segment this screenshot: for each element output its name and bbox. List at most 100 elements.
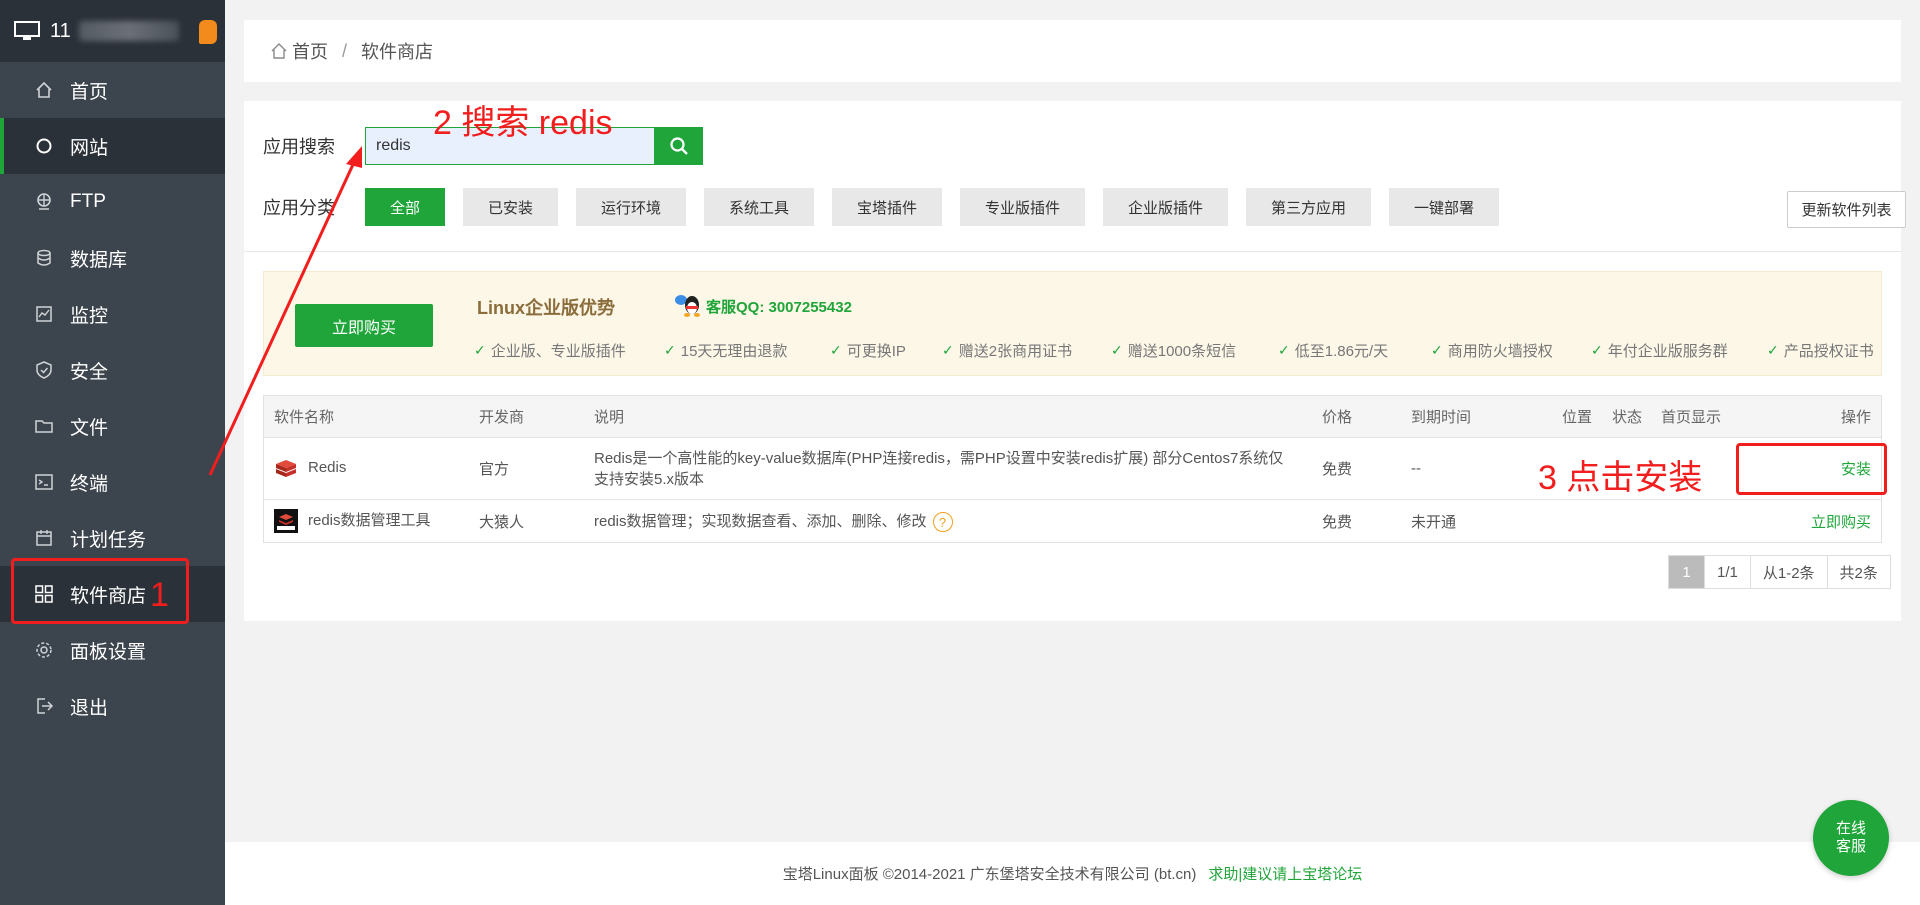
software-name: redis数据管理工具 — [274, 509, 431, 534]
sidebar-nav: 首页 网站 FTP 数据库 监控 安全 文件 终端 计划任务 软件商店 面板设置… — [0, 62, 225, 734]
software-desc: Redis是一个高性能的key-value数据库(PHP连接redis，需PHP… — [594, 450, 1284, 488]
sidebar-item-terminal[interactable]: 终端 — [0, 454, 225, 510]
footer: 宝塔Linux面板 ©2014-2021 广东堡塔安全技术有限公司 (bt.cn… — [225, 842, 1920, 905]
table-header: 软件名称 开发商 说明 价格 到期时间 位置 状态 首页显示 操作 — [264, 396, 1881, 438]
gear-icon — [34, 640, 54, 660]
monitor-chart-icon — [34, 304, 54, 324]
category-runtime[interactable]: 运行环境 — [576, 188, 686, 226]
sidebar-item-logout[interactable]: 退出 — [0, 678, 225, 734]
sidebar-item-label: 终端 — [70, 473, 109, 495]
category-list: 全部 已安装 运行环境 系统工具 宝塔插件 专业版插件 企业版插件 第三方应用 … — [365, 188, 1517, 226]
check-icon: ✓ — [474, 342, 486, 358]
sidebar-item-home[interactable]: 首页 — [0, 62, 225, 118]
feature-item: ✓ 赠送2张商用证书 — [942, 342, 1073, 360]
shield-icon — [34, 360, 54, 380]
chat-label: 客服 — [1835, 838, 1866, 855]
col-homepage: 首页显示 — [1661, 409, 1722, 426]
circle-icon — [34, 136, 54, 156]
check-icon: ✓ — [1278, 342, 1290, 358]
sidebar-item-monitor[interactable]: 监控 — [0, 286, 225, 342]
buy-now-button[interactable]: 立即购买 — [295, 304, 433, 347]
sidebar-item-label: FTP — [70, 191, 106, 212]
search-button[interactable] — [655, 127, 703, 165]
sidebar-item-label: 监控 — [70, 305, 109, 327]
sidebar-item-label: 安全 — [70, 361, 109, 383]
check-icon: ✓ — [1591, 342, 1603, 358]
breadcrumb: 首页 / 软件商店 — [244, 20, 1901, 82]
category-one-click-deploy[interactable]: 一键部署 — [1389, 188, 1499, 226]
online-support-button[interactable]: 在线 客服 — [1813, 800, 1889, 876]
annotation-box-install — [1736, 443, 1887, 495]
table-row: redis数据管理工具 大猿人 redis数据管理；实现数据查看、添加、删除、修… — [264, 500, 1881, 542]
chat-label: 在线 — [1835, 820, 1866, 837]
software-desc: redis数据管理；实现数据查看、添加、删除、修改? — [594, 510, 953, 533]
sidebar-item-website[interactable]: 网站 — [0, 118, 225, 174]
home-icon — [34, 80, 54, 100]
category-pro-plugins[interactable]: 专业版插件 — [960, 188, 1085, 226]
col-status: 状态 — [1612, 409, 1643, 426]
category-installed[interactable]: 已安装 — [463, 188, 558, 226]
page-count: 1/1 — [1705, 556, 1751, 588]
folder-icon — [34, 416, 54, 436]
footer-forum-link[interactable]: 求助|建议请上宝塔论坛 — [1208, 863, 1362, 884]
category-system-tools[interactable]: 系统工具 — [704, 188, 814, 226]
software-price: 免费 — [1322, 461, 1353, 478]
col-vendor: 开发商 — [479, 409, 525, 426]
help-icon[interactable]: ? — [932, 512, 953, 533]
software-expire: -- — [1411, 460, 1421, 477]
sidebar-item-security[interactable]: 安全 — [0, 342, 225, 398]
sidebar-item-files[interactable]: 文件 — [0, 398, 225, 454]
sidebar-item-label: 首页 — [70, 81, 109, 103]
support-qq[interactable]: 客服QQ: 3007255432 — [706, 296, 852, 317]
col-name: 软件名称 — [274, 409, 335, 426]
sidebar-brand: 11 — [0, 0, 225, 62]
check-icon: ✓ — [830, 342, 842, 358]
sidebar-item-settings[interactable]: 面板设置 — [0, 622, 225, 678]
software-name: Redis — [274, 456, 346, 480]
category-label: 应用分类 — [263, 198, 335, 218]
sidebar-item-label: 数据库 — [70, 249, 128, 271]
home-icon — [271, 43, 287, 59]
footer-copyright: 宝塔Linux面板 ©2014-2021 广东堡塔安全技术有限公司 (bt.cn… — [782, 866, 1197, 883]
category-third-party[interactable]: 第三方应用 — [1246, 188, 1371, 226]
check-icon: ✓ — [1111, 342, 1123, 358]
category-enterprise-plugins[interactable]: 企业版插件 — [1103, 188, 1228, 226]
software-vendor: 大猿人 — [479, 513, 525, 531]
sidebar-item-database[interactable]: 数据库 — [0, 230, 225, 286]
col-location: 位置 — [1562, 409, 1593, 426]
qq-icon — [675, 295, 700, 317]
terminal-icon — [34, 472, 54, 492]
software-expire: 未开通 — [1411, 513, 1457, 531]
col-expire: 到期时间 — [1411, 409, 1472, 426]
notification-badge[interactable] — [199, 20, 217, 44]
feature-item: ✓ 赠送1000条短信 — [1111, 342, 1237, 360]
feature-item: ✓ 企业版、专业版插件 — [474, 342, 626, 360]
sidebar-item-label: 退出 — [70, 697, 109, 719]
col-action: 操作 — [1840, 409, 1871, 426]
sidebar-item-ftp[interactable]: FTP — [0, 174, 225, 230]
category-all[interactable]: 全部 — [365, 188, 445, 226]
search-icon — [670, 137, 688, 155]
search-label: 应用搜索 — [263, 137, 335, 157]
calendar-icon — [34, 528, 54, 548]
col-price: 价格 — [1322, 409, 1353, 426]
promo-title: Linux企业版优势 — [477, 298, 615, 318]
annotation-step3: 3 点击安装 — [1538, 459, 1703, 497]
feature-item: ✓ 商用防火墙授权 — [1431, 342, 1553, 360]
page-current[interactable]: 1 — [1669, 556, 1705, 588]
monitor-icon — [14, 21, 40, 40]
sidebar-item-label: 面板设置 — [70, 641, 147, 663]
check-icon: ✓ — [942, 342, 954, 358]
blurred-ip — [78, 21, 179, 41]
category-row: 应用分类 全部 已安装 运行环境 系统工具 宝塔插件 专业版插件 企业版插件 第… — [263, 188, 1517, 226]
buy-now-link[interactable]: 立即购买 — [1811, 511, 1871, 532]
breadcrumb-home[interactable]: 首页 — [292, 38, 328, 64]
server-ip: 11 — [50, 19, 71, 42]
category-bt-plugins[interactable]: 宝塔插件 — [832, 188, 942, 226]
refresh-software-list-button[interactable]: 更新软件列表 — [1787, 191, 1906, 228]
store-panel: 应用搜索 redis 应用分类 全部 已安装 运行环境 系统工具 宝塔插件 专业… — [244, 101, 1906, 621]
feature-item: ✓ 年付企业版服务群 — [1591, 342, 1728, 360]
feature-item: ✓ 可更换IP — [830, 342, 906, 360]
feature-item: ✓ 产品授权证书 — [1767, 342, 1874, 360]
divider — [244, 251, 1901, 252]
